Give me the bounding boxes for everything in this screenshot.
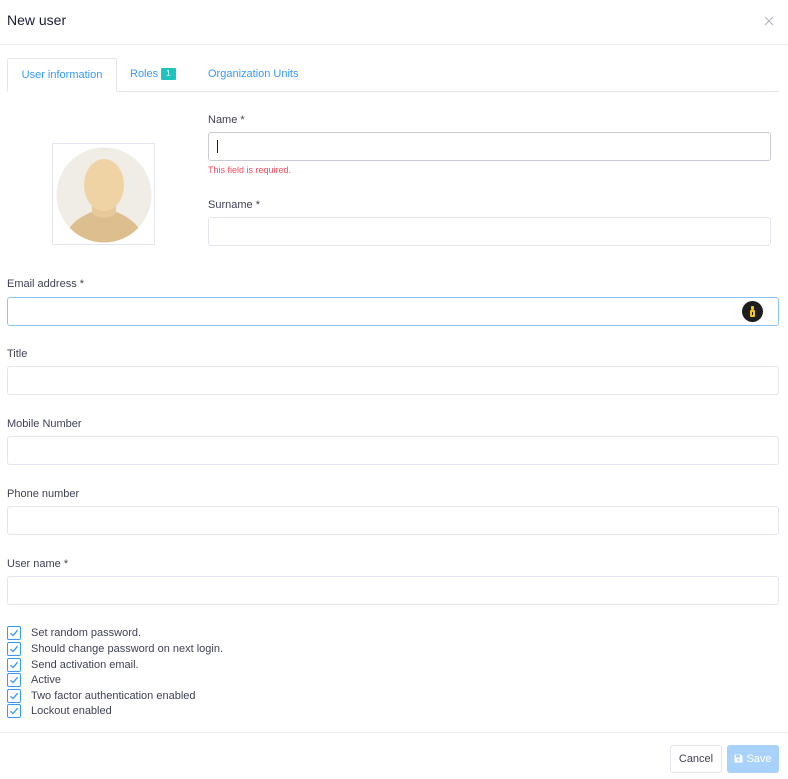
tab-organization-units[interactable]: Organization Units xyxy=(208,58,299,92)
option-set-random-password: Set random password. xyxy=(7,626,307,640)
phone-number-label: Phone number xyxy=(7,488,80,500)
avatar[interactable] xyxy=(52,143,155,245)
title-input[interactable] xyxy=(7,366,779,395)
title-label: Title xyxy=(7,348,28,360)
lockout-enabled-checkbox[interactable] xyxy=(7,704,21,718)
checkmark-icon xyxy=(10,645,19,653)
tab-roles-label: Roles xyxy=(130,68,159,80)
tab-bar: User information Roles 1 Organization Uni… xyxy=(7,58,779,92)
modal-header: New user xyxy=(0,0,788,45)
user-name-input[interactable] xyxy=(7,576,779,605)
close-icon[interactable] xyxy=(762,14,776,28)
change-password-next-login-checkbox[interactable] xyxy=(7,642,21,656)
name-input[interactable] xyxy=(208,132,771,161)
cancel-button[interactable]: Cancel xyxy=(670,745,722,773)
surname-label: Surname * xyxy=(208,199,260,211)
save-button-label: Save xyxy=(746,753,772,765)
active-checkbox[interactable] xyxy=(7,673,21,687)
modal-title: New user xyxy=(7,12,67,28)
option-change-password-next-login: Should change password on next login. xyxy=(7,642,307,656)
lockout-enabled-label: Lockout enabled xyxy=(31,705,112,717)
roles-count-badge: 1 xyxy=(161,68,176,80)
tab-roles[interactable]: Roles 1 xyxy=(130,58,176,92)
checkmark-icon xyxy=(10,661,19,669)
send-activation-email-label: Send activation email. xyxy=(31,659,139,671)
change-password-next-login-label: Should change password on next login. xyxy=(31,643,224,655)
checkmark-icon xyxy=(10,692,19,700)
option-send-activation-email: Send activation email. xyxy=(7,658,307,672)
mobile-number-input[interactable] xyxy=(7,436,779,465)
tab-organization-units-label: Organization Units xyxy=(208,68,299,80)
active-label: Active xyxy=(31,674,61,686)
option-lockout-enabled: Lockout enabled xyxy=(7,704,307,718)
default-avatar-icon xyxy=(56,147,152,243)
surname-input[interactable] xyxy=(208,217,771,246)
set-random-password-label: Set random password. xyxy=(31,627,142,639)
tab-user-information[interactable]: User information xyxy=(7,58,117,92)
two-factor-auth-label: Two factor authentication enabled xyxy=(31,690,196,702)
password-manager-icon[interactable] xyxy=(742,301,763,322)
email-input[interactable] xyxy=(7,297,779,326)
save-button[interactable]: Save xyxy=(727,745,779,773)
two-factor-auth-checkbox[interactable] xyxy=(7,689,21,703)
checkmark-icon xyxy=(10,707,19,715)
mobile-number-label: Mobile Number xyxy=(7,418,82,430)
option-two-factor-auth: Two factor authentication enabled xyxy=(7,689,307,703)
email-label: Email address * xyxy=(7,278,85,290)
send-activation-email-checkbox[interactable] xyxy=(7,658,21,672)
phone-number-input[interactable] xyxy=(7,506,779,535)
set-random-password-checkbox[interactable] xyxy=(7,626,21,640)
text-caret xyxy=(217,140,218,153)
save-icon xyxy=(734,754,743,763)
checkmark-icon xyxy=(10,676,19,684)
checkmark-icon xyxy=(10,629,19,637)
name-label: Name * xyxy=(208,114,245,126)
tab-user-information-label: User information xyxy=(21,69,103,81)
option-active: Active xyxy=(7,673,307,687)
name-error-message: This field is required. xyxy=(208,165,292,175)
user-name-label: User name * xyxy=(7,558,69,570)
